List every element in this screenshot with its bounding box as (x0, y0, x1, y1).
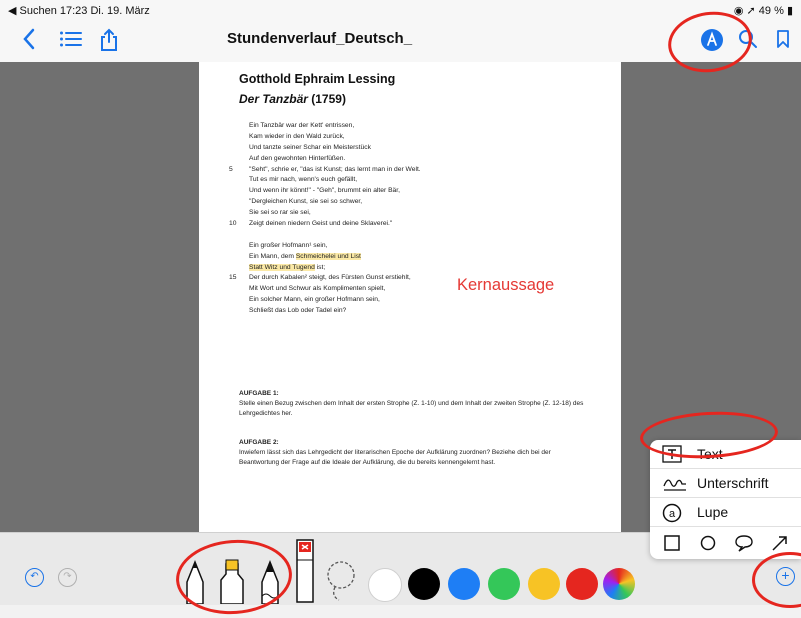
poem-line: "Dergleichen Kunst, sie sei so schwer, (249, 198, 363, 206)
task-1: AUFGABE 1: Stelle einen Bezug zwischen d… (239, 389, 589, 419)
color-swatch-red[interactable] (566, 568, 598, 600)
speech-bubble-shape-icon[interactable] (734, 534, 754, 552)
magnifier-icon: a (662, 503, 682, 527)
poem-title: Der Tanzbär (1759) (239, 92, 346, 106)
poem-line: Schließt das Lob oder Tadel ein? (249, 307, 347, 315)
menu-item-magnifier-label: Lupe (697, 504, 729, 520)
arrow-shape-icon[interactable] (770, 533, 790, 553)
poem-line: Ein Mann, dem Schmeichelei und List (249, 252, 361, 260)
circle-shape-icon[interactable] (700, 535, 716, 551)
color-swatch-green[interactable] (488, 568, 520, 600)
poem-line: 5 "Seht", schrie er, "das ist Kunst; das … (229, 165, 421, 173)
menu-item-signature[interactable]: Unterschrift (650, 469, 801, 498)
poem-line: Kam wieder in den Wald zurück, (249, 132, 345, 140)
menu-item-magnifier[interactable]: a Lupe (650, 498, 801, 527)
color-swatch-yellow[interactable] (528, 568, 560, 600)
poem-title-text: Der Tanzbär (239, 92, 308, 106)
poem-line: Auf den gewohnten Hinterfüßen. (249, 154, 346, 162)
poem-line: Sie sei so rar sie sei, (249, 209, 311, 217)
undo-icon[interactable]: ↶ (25, 568, 44, 587)
poem-year: (1759) (311, 92, 346, 106)
poem-text: Ein Tanzbär war der Kett' entrissen, Kam… (199, 121, 621, 317)
status-date: Di. 19. März (90, 5, 150, 17)
battery-icon: ▮ (786, 5, 793, 17)
annotation-text[interactable]: Kernaussage (457, 276, 554, 295)
task-2-text: Inwiefern lässt sich das Lehrgedicht der… (239, 449, 551, 466)
status-bar: ◀ Suchen 17:23 Di. 19. März ◉ ➚ 49 % ▮ (0, 0, 801, 20)
poem-line: 10 Zeigt deinen niedern Geist und deine S… (229, 220, 393, 228)
svg-text:a: a (669, 508, 676, 520)
lasso-tool-icon[interactable] (325, 558, 357, 602)
poem-line: Ein solcher Mann, ein großer Hofmann sei… (249, 296, 380, 304)
task-1-heading: AUFGABE 1: (239, 390, 279, 397)
poem-line (199, 230, 621, 241)
redo-icon[interactable]: ↷ (58, 568, 77, 587)
list-icon[interactable] (59, 28, 83, 56)
poem-line: Ein großer Hofmann¹ sein, (249, 241, 328, 249)
poem-line: Tut es mir nach, wenn's euch gefällt, (249, 176, 358, 184)
battery-percent: 49 % (758, 5, 784, 17)
document-title: Stundenverlauf_Deutsch_ (227, 30, 413, 47)
signature-icon (662, 474, 688, 496)
poem-author: Gotthold Ephraim Lessing (239, 72, 396, 86)
task-1-text: Stelle einen Bezug zwischen dem Inhalt d… (239, 400, 584, 417)
location-icon: ➚ (746, 5, 756, 17)
bookmark-icon[interactable] (776, 28, 790, 56)
poem-line: Und wenn ihr könnt!" - "Geh", brummt ein… (249, 187, 400, 195)
task-2: AUFGABE 2: Inwiefern lässt sich das Lehr… (239, 438, 589, 468)
color-swatch-blue[interactable] (448, 568, 480, 600)
poem-line: Ein Tanzbär war der Kett' entrissen, (249, 122, 355, 129)
color-swatch-white[interactable] (368, 568, 402, 602)
task-2-heading: AUFGABE 2: (239, 439, 279, 446)
eraser-tool-icon[interactable] (294, 538, 316, 604)
color-picker-icon[interactable] (603, 568, 635, 600)
poem-line: Statt Witz und Tugend ist; (249, 263, 326, 271)
menu-item-signature-label: Unterschrift (697, 475, 769, 491)
square-shape-icon[interactable] (664, 535, 680, 551)
back-to-search-link[interactable]: ◀ Suchen (8, 5, 57, 17)
text-highlight[interactable]: Schmeichelei und List (295, 252, 361, 260)
poem-line: Mit Wort und Schwur als Komplimenten spi… (249, 285, 386, 293)
poem-line: 15 Der durch Kabalen² steigt, des Fürsten… (229, 274, 411, 282)
status-time: 17:23 (59, 5, 88, 17)
poem-line: Und tanzte seiner Schar ein Meisterstück (249, 143, 371, 151)
add-menu-popup: Text Unterschrift a Lupe (650, 440, 801, 559)
share-icon[interactable] (100, 28, 118, 58)
color-swatch-black[interactable] (408, 568, 440, 600)
back-chevron-icon[interactable] (22, 28, 36, 56)
text-highlight[interactable]: Statt Witz und Tugend (249, 263, 315, 271)
pdf-page[interactable]: Gotthold Ephraim Lessing Der Tanzbär (17… (199, 62, 621, 532)
